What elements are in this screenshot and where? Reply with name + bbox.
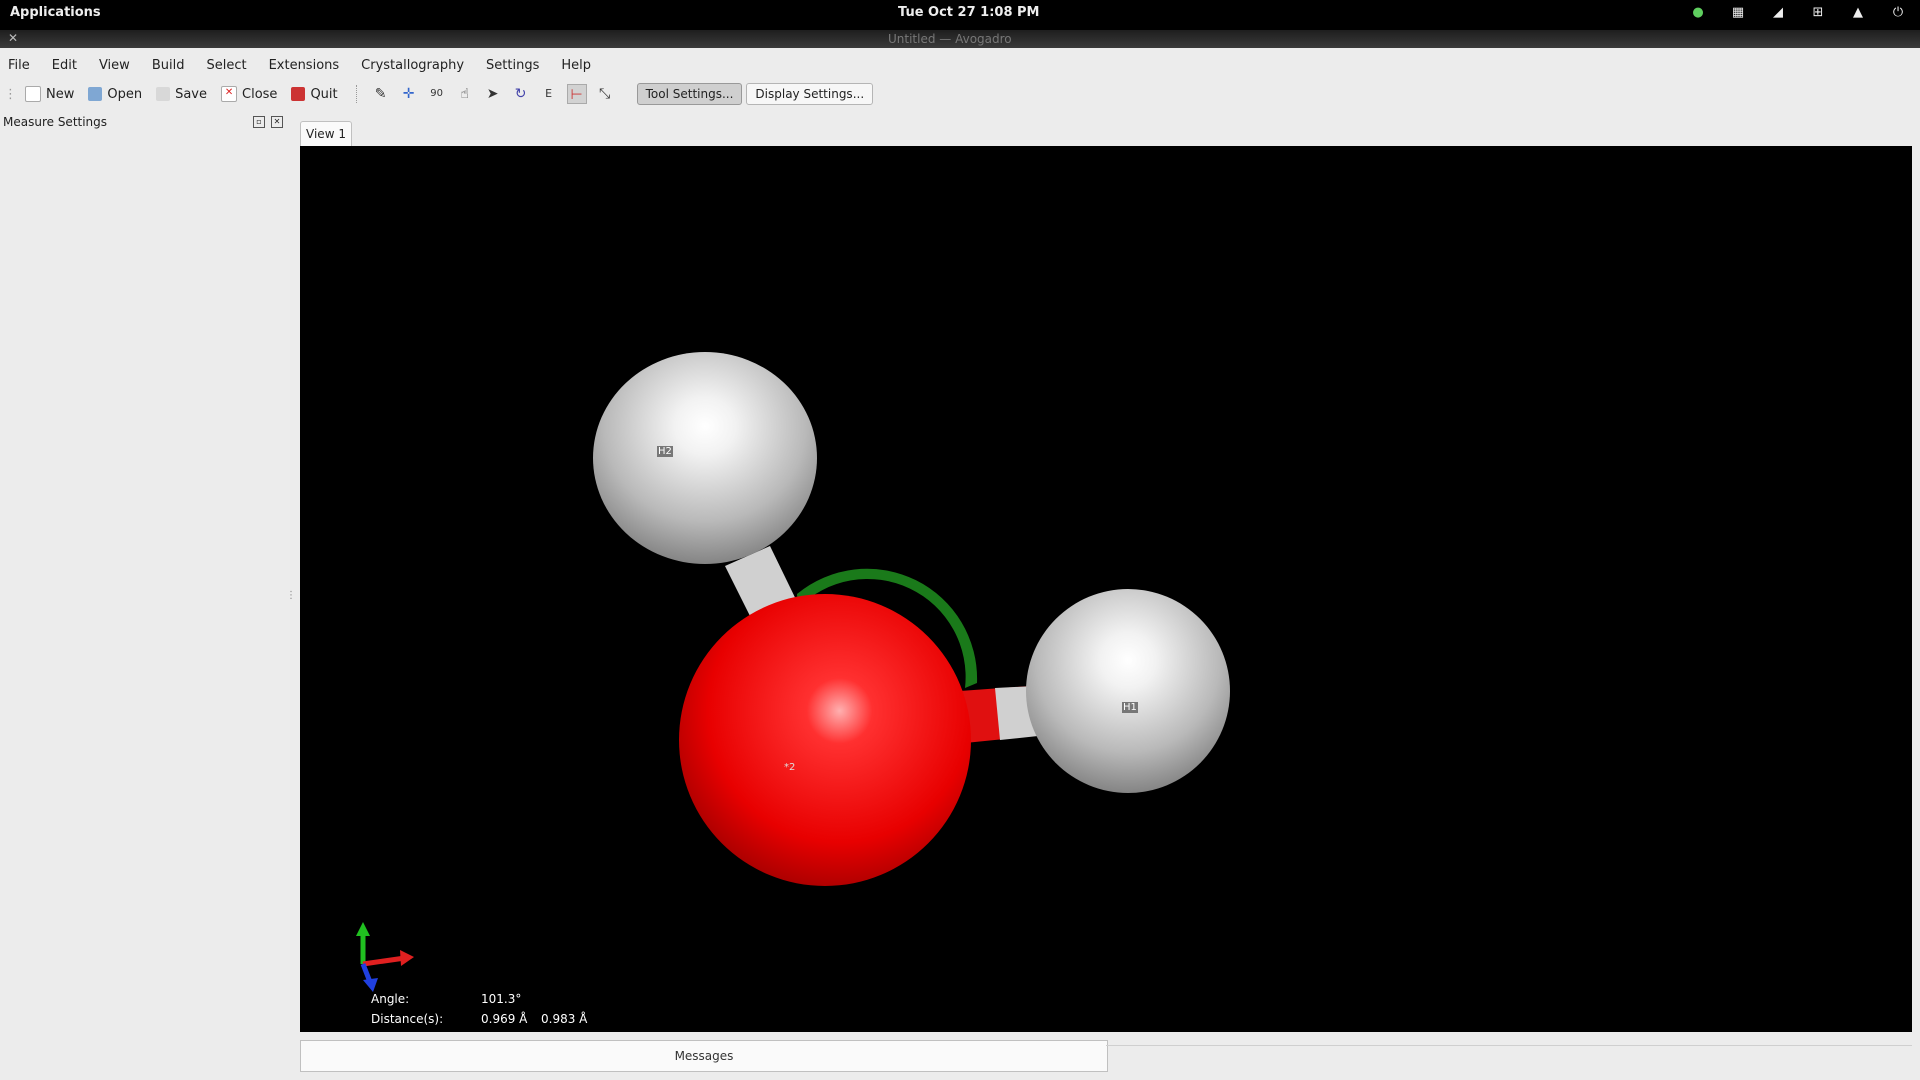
main-toolbar: ⋮ New Open Save ✕ Close Quit ✎ ✛ 90 ☝ ➤ … (0, 78, 1920, 110)
close-file-icon: ✕ (221, 86, 238, 102)
auto-optimize-tool-icon[interactable]: E (539, 84, 559, 104)
new-button-label: New (46, 86, 75, 102)
quit-icon (291, 87, 306, 101)
angle-label: Angle: (371, 992, 410, 1006)
menu-build[interactable]: Build (152, 58, 185, 73)
dock-float-icon[interactable]: ▫ (253, 116, 265, 128)
menu-bar: File Edit View Build Select Extensions C… (0, 48, 1920, 82)
measure-tool-icon[interactable]: ⊢ (566, 84, 587, 104)
molecule-viewport[interactable]: H2 H1 *2 Angle: 101.3° Distance(s): 0.96… (300, 146, 1912, 1032)
manipulate-tool-icon[interactable]: ☝ (455, 84, 475, 104)
save-icon (156, 87, 171, 101)
hydrogen-atom-h2 (593, 352, 817, 564)
orientation-axes (356, 922, 414, 992)
window-title-bar: ✕ Untitled — Avogadro (0, 30, 1920, 48)
chat-icon[interactable]: ● (1688, 4, 1708, 22)
menu-edit[interactable]: Edit (52, 58, 77, 73)
distance-label: Distance(s): (371, 1012, 444, 1026)
align-tool-icon[interactable]: ⤡ (595, 84, 615, 104)
new-file-icon (25, 86, 41, 102)
atom-label-o: *2 (784, 762, 796, 773)
notification-icon[interactable]: ▲ (1848, 4, 1868, 22)
close-button-label: Close (242, 86, 278, 102)
system-top-bar: Applications Tue Oct 27 1:08 PM ● ▦ ◢ ⊞ … (0, 0, 1920, 30)
menu-settings[interactable]: Settings (486, 58, 539, 73)
menu-help[interactable]: Help (561, 58, 591, 73)
save-button[interactable]: Save (156, 87, 207, 102)
navigate-tool-icon[interactable]: ✛ (399, 84, 419, 104)
messages-button[interactable]: Messages (300, 1040, 1108, 1072)
open-button-label: Open (107, 86, 143, 102)
system-clock[interactable]: Tue Oct 27 1:08 PM (898, 5, 1039, 20)
network-icon[interactable]: ⊞ (1808, 4, 1828, 22)
menu-view[interactable]: View (99, 58, 130, 73)
distance-value-1: 0.969 Å (481, 1012, 528, 1026)
hydrogen-atom-h1 (1026, 589, 1230, 793)
display-settings-button[interactable]: Display Settings... (746, 83, 874, 105)
select-tool-icon[interactable]: ➤ (483, 84, 503, 104)
window-title: Untitled — Avogadro (888, 32, 1012, 46)
system-tray: ● ▦ ◢ ⊞ ▲ ⏻ (1688, 4, 1908, 22)
draw-tool-icon[interactable]: ✎ (371, 84, 391, 104)
open-button[interactable]: Open (88, 87, 142, 102)
dock-buttons: ▫ ✕ (253, 116, 283, 128)
power-icon[interactable]: ⏻ (1888, 4, 1908, 22)
window-close-icon[interactable]: ✕ (8, 31, 18, 45)
bond-centric-tool-icon[interactable]: 90 (427, 84, 447, 104)
tool-settings-button[interactable]: Tool Settings... (636, 83, 743, 105)
toolbar-separator (355, 85, 359, 103)
atom-label-h2: H2 (657, 446, 673, 457)
applications-menu[interactable]: Applications (10, 5, 101, 20)
atom-label-h1: H1 (1122, 702, 1138, 713)
menu-crystallography[interactable]: Crystallography (361, 58, 464, 73)
save-button-label: Save (175, 86, 208, 102)
measure-settings-dock: Measure Settings ▫ ✕ (0, 112, 298, 1080)
menu-select[interactable]: Select (206, 58, 246, 73)
volume-icon[interactable]: ◢ (1768, 4, 1788, 22)
tab-view-1[interactable]: View 1 (300, 121, 352, 147)
distance-value-2: 0.983 Å (541, 1012, 588, 1026)
keyboard-icon[interactable]: ▦ (1728, 4, 1748, 22)
menu-file[interactable]: File (8, 58, 30, 73)
toolbar-grip-icon[interactable]: ⋮ (4, 87, 17, 102)
dock-close-icon[interactable]: ✕ (271, 116, 283, 128)
menu-extensions[interactable]: Extensions (269, 58, 340, 73)
auto-rotate-tool-icon[interactable]: ↻ (511, 84, 531, 104)
quit-button[interactable]: Quit (291, 86, 338, 102)
molecule-render (356, 352, 1230, 992)
oxygen-atom (679, 594, 971, 886)
new-button[interactable]: New (25, 86, 74, 102)
dock-title: Measure Settings (3, 115, 108, 129)
quit-button-label: Quit (310, 86, 338, 102)
angle-value: 101.3° (481, 992, 522, 1006)
folder-icon (88, 87, 103, 101)
dock-splitter-handle[interactable]: ⋮ (286, 590, 296, 601)
close-button[interactable]: ✕ Close (221, 86, 277, 102)
messages-splitter (1106, 1045, 1912, 1046)
